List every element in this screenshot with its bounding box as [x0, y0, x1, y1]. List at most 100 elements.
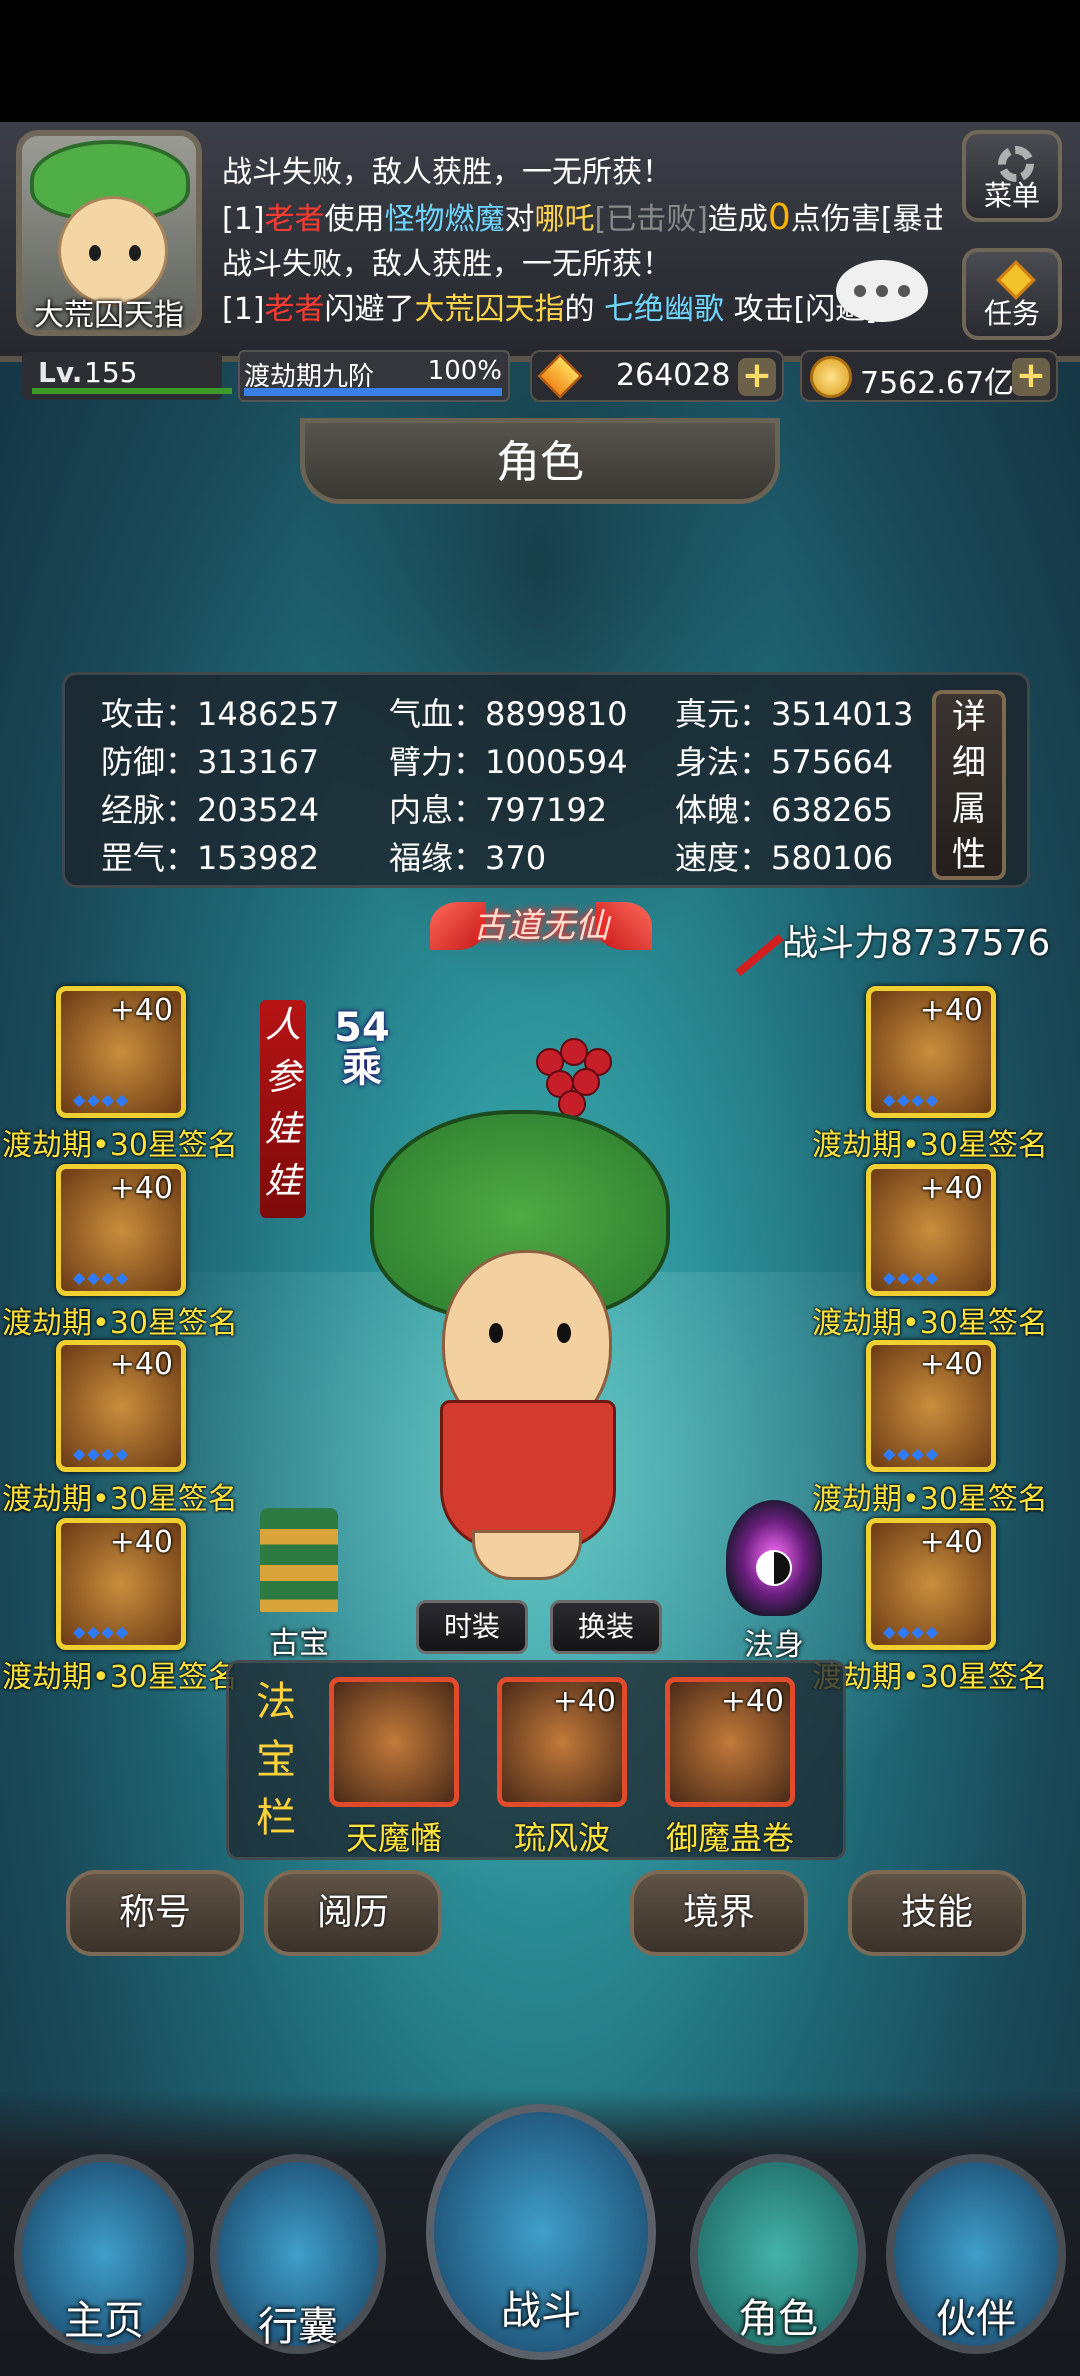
star-dots: ◆◆◆◆	[883, 1622, 941, 1641]
equipment-slot[interactable]: +40 ◆◆◆◆	[56, 986, 186, 1118]
nav-bag-label: 行囊	[258, 2304, 338, 2350]
name-char: 娃	[264, 1109, 301, 1150]
battle-log-segment: 0	[767, 197, 791, 238]
treasure-name: 天魔幡	[345, 1819, 442, 1857]
realm-button[interactable]: 境界	[630, 1870, 808, 1956]
detail-char: 细	[952, 743, 986, 783]
level-value: 155	[84, 356, 138, 389]
nav-home-label: 主页	[64, 2298, 144, 2344]
battle-log-segment: 对	[504, 202, 535, 237]
menu-button-label: 菜单	[983, 179, 1040, 212]
treasure-slot[interactable]: +40	[665, 1677, 795, 1807]
battle-log-segment: [1]	[222, 202, 265, 237]
combat-power: 战斗力8737576	[708, 901, 1058, 977]
chat-dot	[854, 285, 866, 297]
change-outfit-button[interactable]: 换装	[550, 1600, 662, 1654]
gold-currency: 7562.67亿 +	[800, 350, 1058, 402]
star-dots: ◆◆◆◆	[73, 1090, 131, 1109]
battle-log-segment: 大荒囚天指	[414, 292, 565, 327]
ancient-treasure-button[interactable]: 古宝	[244, 1508, 354, 1661]
nav-home[interactable]: 主页	[14, 2154, 194, 2354]
equipment-caption: 渡劫期•30星签名	[2, 1306, 238, 1341]
equipment-slot[interactable]: +40 ◆◆◆◆	[56, 1340, 186, 1472]
stat-item: 防御：313167	[101, 743, 320, 781]
battle-log-segment: [已击败]	[594, 202, 708, 237]
sword-icon	[708, 901, 784, 977]
equipment-caption: 渡劫期•30星签名	[2, 1660, 238, 1695]
battle-log-segment: 使用	[324, 202, 385, 237]
battle-log-segment: 七绝幽歌	[604, 292, 725, 327]
skills-button[interactable]: 技能	[848, 1870, 1026, 1956]
battle-log-segment: 哪吒	[534, 202, 595, 237]
treasure-name: 琉风波	[513, 1819, 610, 1857]
nav-partner-label: 伙伴	[936, 2296, 1016, 2342]
star-dots: ◆◆◆◆	[73, 1268, 131, 1287]
treasure-name: 御魔蛊卷	[665, 1819, 794, 1857]
treasure-slot[interactable]	[329, 1677, 459, 1807]
add-gems-button[interactable]: +	[738, 358, 776, 396]
nav-battle[interactable]: 战斗	[426, 2104, 656, 2360]
enhance-level: +40	[109, 1525, 173, 1560]
chat-dot	[898, 285, 910, 297]
equipment-slot[interactable]: +40 ◆◆◆◆	[866, 986, 996, 1118]
fashion-button[interactable]: 时装	[416, 1600, 528, 1654]
stat-item: 攻击：1486257	[101, 695, 340, 733]
stat-item: 福缘：370	[389, 839, 547, 877]
bottom-nav: 主页 行囊 战斗 角色 伙伴	[0, 2090, 1080, 2376]
treasure-slot[interactable]: +40	[497, 1677, 627, 1807]
task-button[interactable]: 任务	[962, 248, 1062, 340]
battle-log: 战斗失败，敌人获胜，一无所获！ [1]老者使用怪物燃魔对哪吒[已击败]造成0点伤害…	[222, 150, 942, 332]
equipment-slot[interactable]: +40 ◆◆◆◆	[866, 1164, 996, 1296]
nav-character[interactable]: 角色	[690, 2154, 866, 2354]
task-button-label: 任务	[983, 297, 1040, 330]
enhance-level: +40	[919, 1525, 983, 1560]
gold-amount: 7562.67亿	[860, 366, 1015, 401]
chat-bubble-icon[interactable]	[836, 260, 928, 322]
enhance-level: +40	[919, 1171, 983, 1206]
battle-log-segment: 战斗失败，敌人获胜，一无所获！	[222, 247, 672, 282]
title-button[interactable]: 称号	[66, 1870, 244, 1956]
equipment-slot[interactable]: +40 ◆◆◆◆	[866, 1340, 996, 1472]
stat-item: 速度：580106	[675, 839, 894, 877]
level-display: Lv. 155	[22, 352, 232, 400]
battle-log-segment: 怪物燃魔	[384, 202, 505, 237]
stat-item: 臂力：1000594	[389, 743, 628, 781]
equipment-slot[interactable]: +40 ◆◆◆◆	[866, 1518, 996, 1650]
name-char: 参	[264, 1057, 301, 1098]
detail-attributes-button[interactable]: 详 细 属 性	[932, 690, 1006, 880]
add-gold-button[interactable]: +	[1012, 358, 1050, 396]
experience-button[interactable]: 阅历	[264, 1870, 442, 1956]
equipment-caption: 渡劫期•30星签名	[812, 1128, 1048, 1163]
dharma-body-button[interactable]: 法身	[712, 1500, 836, 1663]
page-title: 角色	[496, 437, 584, 488]
red-dress	[440, 1400, 616, 1550]
stat-item: 体魄：638265	[675, 791, 894, 829]
character-legs	[472, 1530, 582, 1580]
equipment-caption: 渡劫期•30星签名	[812, 1660, 1048, 1695]
level-label: Lv.	[38, 356, 83, 389]
pagoda-icon	[260, 1508, 338, 1612]
battle-log-segment: 闪避了	[324, 292, 415, 327]
equipment-slot[interactable]: +40 ◆◆◆◆	[56, 1164, 186, 1296]
battle-log-line: [1]老者闪避了大荒囚天指的 七绝幽歌 攻击[闪避]	[222, 287, 942, 332]
nav-bag[interactable]: 行囊	[210, 2154, 386, 2354]
battle-log-segment: 造成	[707, 202, 768, 237]
character-eye-left	[489, 1323, 503, 1343]
name-char: 人	[264, 1005, 301, 1046]
battle-log-line: 战斗失败，敌人获胜，一无所获！	[222, 242, 942, 287]
page-title-plate: 角色	[300, 418, 780, 504]
equipment-slot[interactable]: +40 ◆◆◆◆	[56, 1518, 186, 1650]
character-eye-right	[557, 1323, 571, 1343]
character-name-banner: 人 参 娃 娃	[260, 1000, 306, 1218]
equipment-caption: 渡劫期•30星签名	[2, 1482, 238, 1517]
stat-item: 经脉：203524	[101, 791, 320, 829]
avatar-eye-left	[89, 245, 101, 261]
exp-bar	[32, 388, 232, 394]
star-dots: ◆◆◆◆	[883, 1268, 941, 1287]
realm-progress-bar	[244, 388, 502, 396]
stat-item: 真元：3514013	[675, 695, 914, 733]
equipment-caption: 渡劫期•30星签名	[812, 1306, 1048, 1341]
battle-log-segment: 老者	[264, 292, 325, 327]
menu-button[interactable]: 菜单	[962, 130, 1062, 222]
nav-partner[interactable]: 伙伴	[886, 2154, 1066, 2354]
